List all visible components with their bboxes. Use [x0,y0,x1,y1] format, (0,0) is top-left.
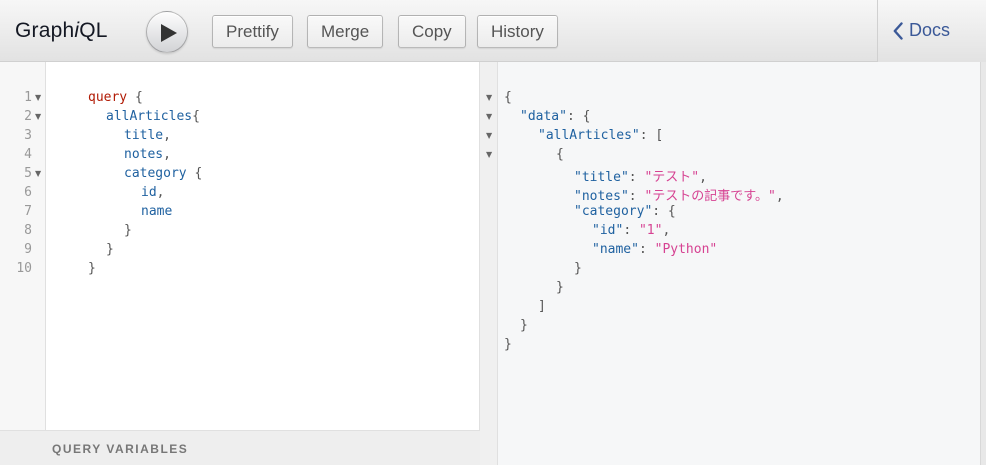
code-line: notes, [124,147,171,162]
result-line: "title": "テスト", [574,170,707,185]
line-number: 9 [24,242,32,257]
line-number: 4 [24,147,32,162]
line-number: 8 [24,223,32,238]
chevron-left-icon [893,21,903,40]
prettify-button[interactable]: Prettify [212,15,293,48]
code-line: title, [124,128,171,143]
result-line: } [574,261,582,276]
top-toolbar: GraphiQL Prettify Merge Copy History [0,0,986,62]
line-number: 3 [24,128,32,143]
execute-query-button[interactable] [146,11,188,53]
query-variables-label: QUERY VARIABLES [52,442,189,456]
code-line: name [141,204,173,219]
code-line: } [124,223,132,238]
line-number: 2 [24,109,32,124]
line-number: 1 [24,90,32,105]
play-icon [161,24,177,42]
copy-button[interactable]: Copy [398,15,466,48]
query-editor[interactable]: 1 ▼ 2 ▼ 3 4 5 ▼ 6 7 8 9 10 query { allAr… [0,62,480,465]
docs-area: Docs [877,0,986,62]
result-fold-gutter [480,62,498,465]
line-number: 7 [24,204,32,219]
fold-arrow-icon[interactable]: ▼ [486,93,492,102]
app-title: GraphiQL [15,19,108,42]
fold-arrow-icon[interactable]: ▼ [35,169,41,178]
line-number-gutter: 1 ▼ 2 ▼ 3 4 5 ▼ 6 7 8 9 10 [0,62,46,430]
fold-arrow-icon[interactable]: ▼ [486,150,492,159]
result-line: { [556,147,564,162]
code-line: } [88,261,96,276]
result-viewer[interactable]: { "data": { "allArticles": [ { "title": … [498,62,980,465]
fold-arrow-icon[interactable]: ▼ [486,131,492,140]
line-number: 6 [24,185,32,200]
fold-arrow-icon[interactable]: ▼ [35,93,41,102]
result-line: } [520,318,528,333]
result-line: "data": { [520,109,591,124]
line-number: 10 [16,261,32,276]
result-line: { [504,90,512,105]
result-line: "allArticles": [ [538,128,664,143]
result-line: "name": "Python" [592,242,718,257]
fold-arrow-icon[interactable]: ▼ [486,112,492,121]
docs-button[interactable]: Docs [893,20,950,41]
code-line: query { [88,90,143,105]
result-line: "notes": "テストの記事です。", [574,189,784,204]
code-line: category { [124,166,203,181]
query-variables-header[interactable]: QUERY VARIABLES [0,430,480,465]
fold-arrow-icon[interactable]: ▼ [35,112,41,121]
result-line: } [504,337,512,352]
docs-explorer-edge [980,62,986,465]
result-line: } [556,280,564,295]
result-line: "id": "1", [592,223,671,238]
code-line: allArticles{ [106,109,200,124]
merge-button[interactable]: Merge [307,15,384,48]
history-button[interactable]: History [477,15,558,48]
line-number: 5 [24,166,32,181]
result-line: "category": { [574,204,676,219]
docs-label: Docs [909,20,951,40]
result-line: ] [538,299,546,314]
code-line: id, [141,185,165,200]
code-line: } [106,242,114,257]
